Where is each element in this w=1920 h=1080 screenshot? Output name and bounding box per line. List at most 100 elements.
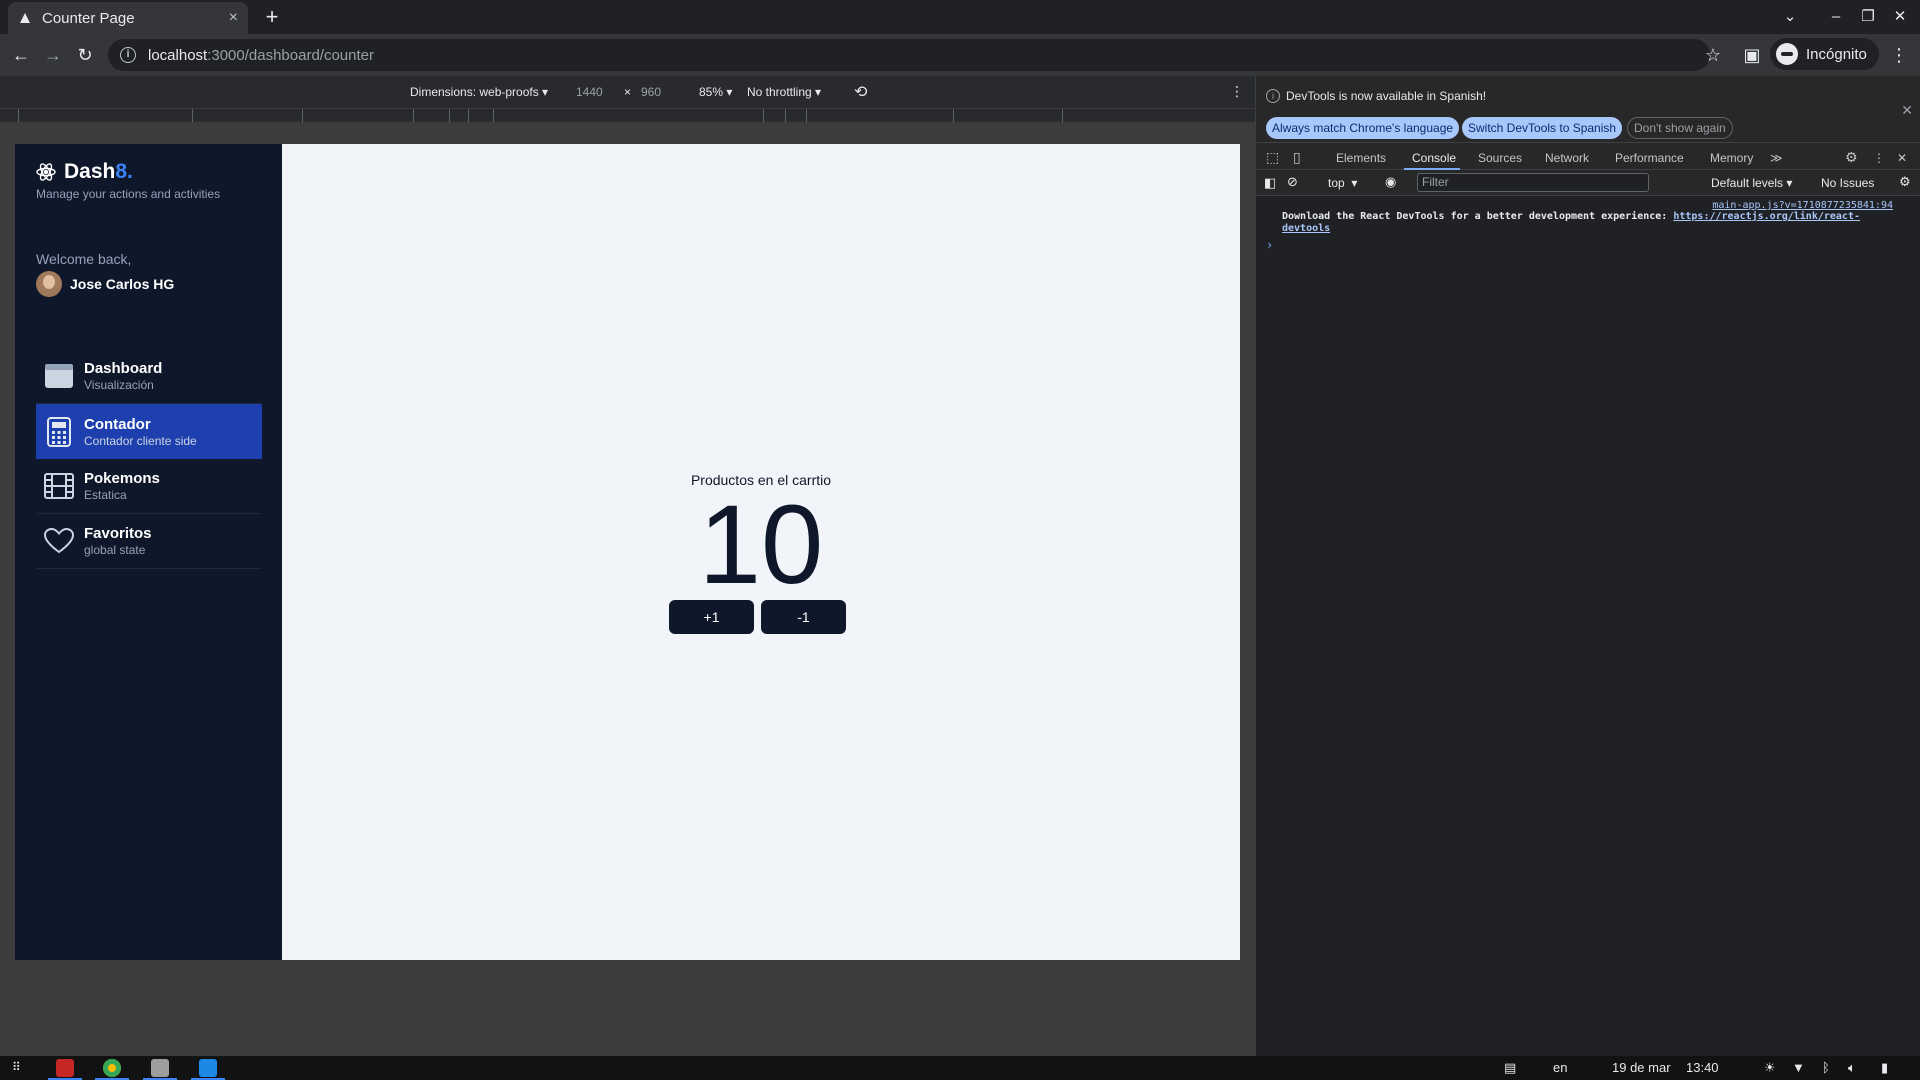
- os-taskbar: ⠿ ▤ en 19 de mar 13:40 ☀ ▼ ᛒ 🔈︎ ▮: [0, 1056, 1920, 1080]
- url-host: localhost: [148, 46, 208, 64]
- close-window-icon[interactable]: ✕: [1886, 4, 1914, 30]
- calculator-icon: [44, 416, 74, 447]
- battery-icon[interactable]: ▮: [1881, 1060, 1888, 1076]
- throttling-dropdown[interactable]: No throttling ▾: [747, 85, 821, 99]
- site-info-icon[interactable]: i: [120, 47, 136, 63]
- triangle-favicon-icon: [18, 11, 32, 25]
- tab-close-button[interactable]: ×: [229, 9, 238, 27]
- close-banner-icon[interactable]: ✕: [1901, 102, 1913, 119]
- increment-button[interactable]: +1: [669, 600, 754, 634]
- app-terminal-icon[interactable]: [56, 1059, 74, 1077]
- app-files-icon[interactable]: [151, 1059, 169, 1077]
- brand-logo: Dash 8.: [36, 160, 133, 184]
- counter-section: Productos en el carrtio 10 +1 -1: [282, 144, 1240, 960]
- dimensions-dropdown[interactable]: Dimensions: web-proofs ▾: [410, 85, 548, 99]
- welcome-text: Welcome back,: [36, 251, 132, 267]
- banner-message: i DevTools is now available in Spanish!: [1266, 89, 1486, 103]
- console-message: Download the React DevTools for a better…: [1282, 211, 1892, 235]
- browser-window-icon: [44, 361, 74, 391]
- media-query-ruler: [0, 108, 1255, 123]
- match-language-button[interactable]: Always match Chrome's language: [1266, 117, 1460, 139]
- device-toggle-icon[interactable]: ▯: [1293, 149, 1301, 166]
- sidebar: Dash 8. Manage your actions and activitie…: [15, 144, 282, 960]
- log-levels-dropdown[interactable]: Default levels ▾: [1711, 176, 1792, 190]
- rotate-icon[interactable]: ⟲: [854, 82, 867, 102]
- devtools-menu-icon[interactable]: ⋮: [1873, 151, 1885, 165]
- sidebar-item-subtitle: Estatica: [84, 488, 127, 502]
- back-arrow-icon[interactable]: ←: [8, 42, 34, 68]
- browser-tab-bar: Counter Page × + ⌄ – ❐ ✕: [0, 0, 1920, 34]
- browser-menu-icon[interactable]: ⋮: [1886, 42, 1912, 68]
- tab-performance[interactable]: Performance: [1615, 151, 1684, 165]
- app-vscode-icon[interactable]: [199, 1059, 217, 1077]
- sidebar-item-contador[interactable]: Contador Contador cliente side: [36, 404, 262, 459]
- reload-icon[interactable]: ↻: [72, 42, 98, 68]
- sidebar-item-favoritos[interactable]: Favoritos global state: [36, 514, 262, 569]
- decrement-button[interactable]: -1: [761, 600, 846, 634]
- sidebar-item-title: Pokemons: [84, 470, 160, 487]
- profile-label: Incógnito: [1806, 45, 1867, 63]
- live-expression-eye-icon[interactable]: ◉: [1385, 174, 1396, 190]
- device-toolbar: Dimensions: web-proofs ▾ 1440 × 960 85% …: [0, 76, 1255, 108]
- console-settings-gear-icon[interactable]: ⚙: [1899, 174, 1911, 190]
- console-prompt-chevron-icon[interactable]: ›: [1266, 238, 1273, 252]
- sidebar-toggle-icon[interactable]: ◧: [1264, 175, 1276, 191]
- keyboard-language[interactable]: en: [1553, 1060, 1567, 1075]
- zoom-dropdown[interactable]: 85% ▾: [699, 85, 732, 99]
- dont-show-again-button[interactable]: Don't show again: [1627, 117, 1733, 139]
- side-panel-icon[interactable]: ▣: [1739, 42, 1765, 68]
- bluetooth-icon[interactable]: ᛒ: [1822, 1060, 1830, 1075]
- minimize-icon[interactable]: –: [1822, 4, 1850, 30]
- browser-toolbar: ← → ↻ i localhost:3000/dashboard/counter…: [0, 34, 1920, 76]
- width-input[interactable]: 1440: [576, 85, 603, 99]
- sidebar-item-dashboard[interactable]: Dashboard Visualización: [36, 349, 262, 404]
- devtools-tab-bar: ⬚ ▯ Elements Console Sources Network Per…: [1256, 142, 1920, 170]
- address-bar[interactable]: i localhost:3000/dashboard/counter: [108, 39, 1710, 71]
- incognito-icon: [1776, 43, 1798, 65]
- bookmark-star-icon[interactable]: ☆: [1700, 42, 1726, 68]
- tab-memory[interactable]: Memory: [1710, 151, 1753, 165]
- counter-value: 10: [698, 482, 824, 607]
- app-grid-icon[interactable]: ⠿: [12, 1060, 21, 1074]
- switch-language-button[interactable]: Switch DevTools to Spanish: [1462, 117, 1623, 139]
- inspect-element-icon[interactable]: ⬚: [1266, 149, 1279, 166]
- more-tabs-icon[interactable]: ≫: [1770, 151, 1783, 165]
- brand-subtitle: Manage your actions and activities: [36, 187, 221, 201]
- sidebar-item-title: Favoritos: [84, 525, 152, 542]
- app-chrome-icon[interactable]: [103, 1059, 121, 1077]
- heart-icon: [44, 526, 74, 556]
- tab-network[interactable]: Network: [1545, 151, 1589, 165]
- settings-gear-icon[interactable]: ⚙: [1845, 149, 1858, 166]
- restore-icon[interactable]: ❐: [1854, 4, 1882, 30]
- issues-counter[interactable]: No Issues: [1821, 176, 1874, 190]
- url-path: :3000/dashboard/counter: [207, 46, 374, 64]
- sidebar-item-subtitle: Contador cliente side: [84, 433, 197, 448]
- volume-icon[interactable]: 🔈︎: [1848, 1060, 1856, 1076]
- sidebar-item-subtitle: global state: [84, 543, 146, 557]
- browser-tab[interactable]: Counter Page ×: [8, 2, 248, 34]
- clipboard-icon[interactable]: ▤: [1504, 1060, 1516, 1076]
- console-message-text: Download the React DevTools for a better…: [1282, 211, 1674, 222]
- tab-elements[interactable]: Elements: [1336, 151, 1386, 165]
- new-tab-button[interactable]: +: [258, 4, 286, 30]
- wifi-icon[interactable]: ▼: [1792, 1060, 1805, 1075]
- tab-console[interactable]: Console: [1412, 151, 1456, 165]
- clear-console-icon[interactable]: ⊘: [1287, 174, 1298, 190]
- incognito-profile-button[interactable]: Incógnito: [1770, 38, 1879, 70]
- time-label[interactable]: 13:40: [1686, 1060, 1719, 1075]
- console-source-link[interactable]: main-app.js?v=1710877235841:94: [1712, 200, 1893, 211]
- forward-arrow-icon[interactable]: →: [40, 42, 66, 68]
- banner-text: DevTools is now available in Spanish!: [1286, 89, 1487, 103]
- date-label[interactable]: 19 de mar: [1612, 1060, 1671, 1075]
- tab-search-icon[interactable]: ⌄: [1776, 4, 1804, 30]
- context-dropdown[interactable]: top ▾: [1328, 176, 1357, 190]
- height-input[interactable]: 960: [641, 85, 661, 99]
- console-filter-input[interactable]: Filter: [1417, 173, 1649, 192]
- tab-sources[interactable]: Sources: [1478, 151, 1522, 165]
- brightness-icon[interactable]: ☀: [1764, 1060, 1776, 1076]
- sidebar-item-pokemons[interactable]: Pokemons Estatica: [36, 459, 262, 514]
- device-more-icon[interactable]: ⋮: [1230, 83, 1244, 100]
- close-devtools-icon[interactable]: ✕: [1897, 151, 1907, 165]
- dimensions-label: Dimensions: web-proofs: [410, 85, 539, 99]
- sidebar-item-subtitle: Visualización: [84, 378, 154, 392]
